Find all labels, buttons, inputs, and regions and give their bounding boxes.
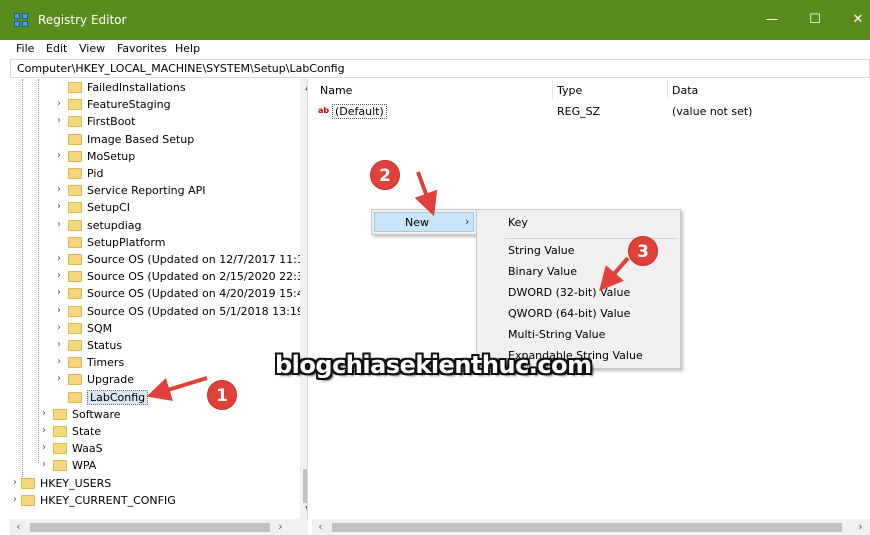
step-badge-3: 3 [628,236,658,266]
arrow-to-labconfig [146,376,208,401]
arrow-to-new [414,171,438,217]
step-badge-2: 2 [370,160,400,190]
arrow-to-dword [599,256,630,292]
annotation-arrows [146,171,630,401]
watermark: blogchiasekienthuc.com [275,351,592,379]
step-badge-1: 1 [207,380,237,410]
